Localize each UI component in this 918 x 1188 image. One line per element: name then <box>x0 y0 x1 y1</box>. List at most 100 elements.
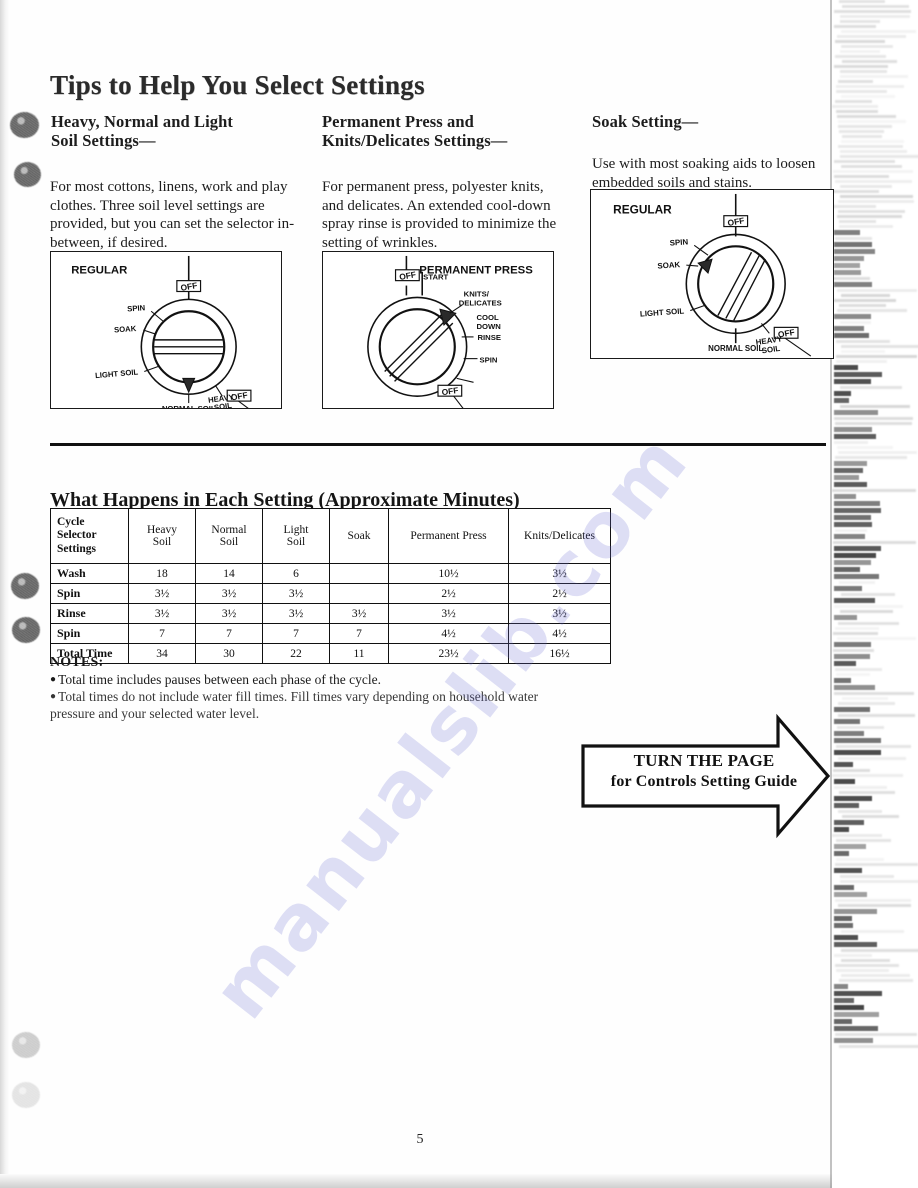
svg-text:DELICATES: DELICATES <box>459 298 502 307</box>
cell: 4½ <box>508 623 611 644</box>
figure-title: REGULAR <box>71 265 127 277</box>
svg-text:KNITS/: KNITS/ <box>464 289 490 298</box>
column-header-knits-delicates: Knits/Delicates <box>508 508 611 564</box>
section-heading-line-2: Knits/Delicates Settings— <box>322 131 508 150</box>
section-heading-line-1: Permanent Press and <box>322 112 474 131</box>
svg-text:START: START <box>423 273 448 282</box>
header-line: Normal <box>211 523 247 536</box>
cell: 3½ <box>128 583 196 604</box>
cell: 3½ <box>262 583 330 604</box>
svg-text:SPIN: SPIN <box>127 303 146 313</box>
svg-text:SPIN: SPIN <box>669 237 688 247</box>
svg-text:RINSE: RINSE <box>477 333 501 342</box>
turn-arrow-line-1: TURN THE PAGE <box>633 751 775 770</box>
cell: 7 <box>329 623 389 644</box>
svg-text:SOIL: SOIL <box>761 344 781 356</box>
cycle-settings-table: Cycle Selector Settings Heavy Soil Norma… <box>50 508 611 664</box>
figure-regular-dial-normal-soil: OFF OFF REGULAR SPIN SOAK LIGHT SOIL NOR… <box>50 251 282 409</box>
svg-text:LIGHT SOIL: LIGHT SOIL <box>95 367 139 380</box>
cell: 7 <box>195 623 263 644</box>
notes-block: NOTES: ● Total time includes pauses betwe… <box>50 654 550 722</box>
bullet-icon: ● <box>50 674 57 685</box>
figure-permanent-press-dial: OFF OFF PERMANENT PRESS START KNITS/ DEL… <box>322 251 554 409</box>
cell: 3½ <box>388 603 509 624</box>
header-line: Soil <box>219 536 239 548</box>
cell: 4½ <box>388 623 509 644</box>
header-line: Soil <box>152 536 172 548</box>
column-header-cycle-selector: Cycle Selector Settings <box>50 508 129 564</box>
cell: 7 <box>262 623 330 644</box>
page-content: Tips to Help You Select Settings Heavy, … <box>0 0 840 1188</box>
section-heading-soil-settings: Heavy, Normal and Light Soil Settings— <box>51 112 301 150</box>
header-line: Heavy <box>146 523 177 536</box>
svg-text:LIGHT SOIL: LIGHT SOIL <box>640 307 685 319</box>
cell: 2½ <box>388 583 509 604</box>
note-text: Total times do not include water fill ti… <box>50 689 539 721</box>
svg-text:COOL: COOL <box>477 313 500 322</box>
section-heading-line-1: Heavy, Normal and Light <box>51 112 233 131</box>
page-number: 5 <box>416 1132 424 1147</box>
cell: 14 <box>195 563 263 584</box>
scanned-manual-page: manualslib.com Tips to Help You Select S… <box>0 0 918 1188</box>
row-label: Rinse <box>50 603 129 624</box>
table-row: Spin 3½ 3½ 3½ 2½ 2½ <box>50 583 611 604</box>
page-title: Tips to Help You Select Settings <box>50 70 425 101</box>
column-header-light-soil: Light Soil <box>262 508 330 564</box>
table-row: Rinse 3½ 3½ 3½ 3½ 3½ 3½ <box>50 603 611 624</box>
cell: 3½ <box>128 603 196 624</box>
cell: 6 <box>262 563 330 584</box>
cell: 3½ <box>329 603 389 624</box>
bullet-icon: ● <box>50 691 57 702</box>
note-item: ● Total times do not include water fill t… <box>50 688 550 722</box>
row-label: Wash <box>50 563 129 584</box>
column-header-normal-soil: Normal Soil <box>195 508 263 564</box>
turn-arrow-line-2: for Controls Setting Guide <box>610 773 798 790</box>
cell: 7 <box>128 623 196 644</box>
row-label: Spin <box>50 583 129 604</box>
svg-text:SOAK: SOAK <box>657 260 681 271</box>
table-body: Wash 18 14 6 10½ 3½ Spin 3½ 3½ 3½ 2½ 2½ <box>50 563 611 664</box>
figure-regular-dial-soak: OFF OFF REGULAR SPIN SOAK LIGHT SOIL NOR… <box>590 189 834 359</box>
header-line: Selector <box>57 529 97 542</box>
table-row: Wash 18 14 6 10½ 3½ <box>50 563 611 584</box>
cell: 3½ <box>508 563 611 584</box>
section-heading-soak: Soak Setting— <box>592 112 842 131</box>
table-header: Cycle Selector Settings Heavy Soil Norma… <box>50 508 611 564</box>
column-header-permanent-press: Permanent Press <box>388 508 509 564</box>
notes-title: NOTES: <box>50 655 104 670</box>
cell: 2½ <box>508 583 611 604</box>
section-body-permanent-press: For permanent press, polyester knits, an… <box>322 179 557 251</box>
header-line: Settings <box>57 542 96 555</box>
cell: 3½ <box>508 603 611 624</box>
column-header-soak: Soak <box>329 508 389 564</box>
table-header-row: Cycle Selector Settings Heavy Soil Norma… <box>50 508 611 564</box>
section-heading-line-2: Soil Settings— <box>51 131 156 150</box>
cell <box>329 583 389 604</box>
header-line: Light <box>283 523 309 536</box>
cell: 3½ <box>262 603 330 624</box>
cell: 3½ <box>195 583 263 604</box>
table-row: Spin 7 7 7 7 4½ 4½ <box>50 623 611 644</box>
svg-text:SOAK: SOAK <box>114 324 137 335</box>
section-heading-permanent-press: Permanent Press and Knits/Delicates Sett… <box>322 112 582 150</box>
section-body-soil-settings: For most cottons, linens, work and play … <box>50 179 295 251</box>
figure-title: REGULAR <box>613 203 672 217</box>
section-heading-line-1: Soak Setting— <box>592 112 699 131</box>
note-text: Total time includes pauses between each … <box>58 672 381 687</box>
svg-text:DOWN: DOWN <box>477 322 502 331</box>
svg-text:NORMAL SOIL: NORMAL SOIL <box>708 344 763 353</box>
cell <box>329 563 389 584</box>
turn-the-page-label: TURN THE PAGE for Controls Setting Guide <box>596 750 812 792</box>
cell: 18 <box>128 563 196 584</box>
header-line: Soil <box>286 536 306 548</box>
section-body-soak: Use with most soaking aids to loosen emb… <box>592 156 816 191</box>
row-label: Spin <box>50 623 129 644</box>
cell: 10½ <box>388 563 509 584</box>
cell: 3½ <box>195 603 263 624</box>
svg-text:SPIN: SPIN <box>479 356 497 365</box>
column-header-heavy-soil: Heavy Soil <box>128 508 196 564</box>
note-item: ● Total time includes pauses between each… <box>50 671 550 688</box>
header-line: Cycle <box>57 515 85 528</box>
section-divider <box>50 443 826 446</box>
scan-adjacent-page-artifact <box>832 0 918 1188</box>
